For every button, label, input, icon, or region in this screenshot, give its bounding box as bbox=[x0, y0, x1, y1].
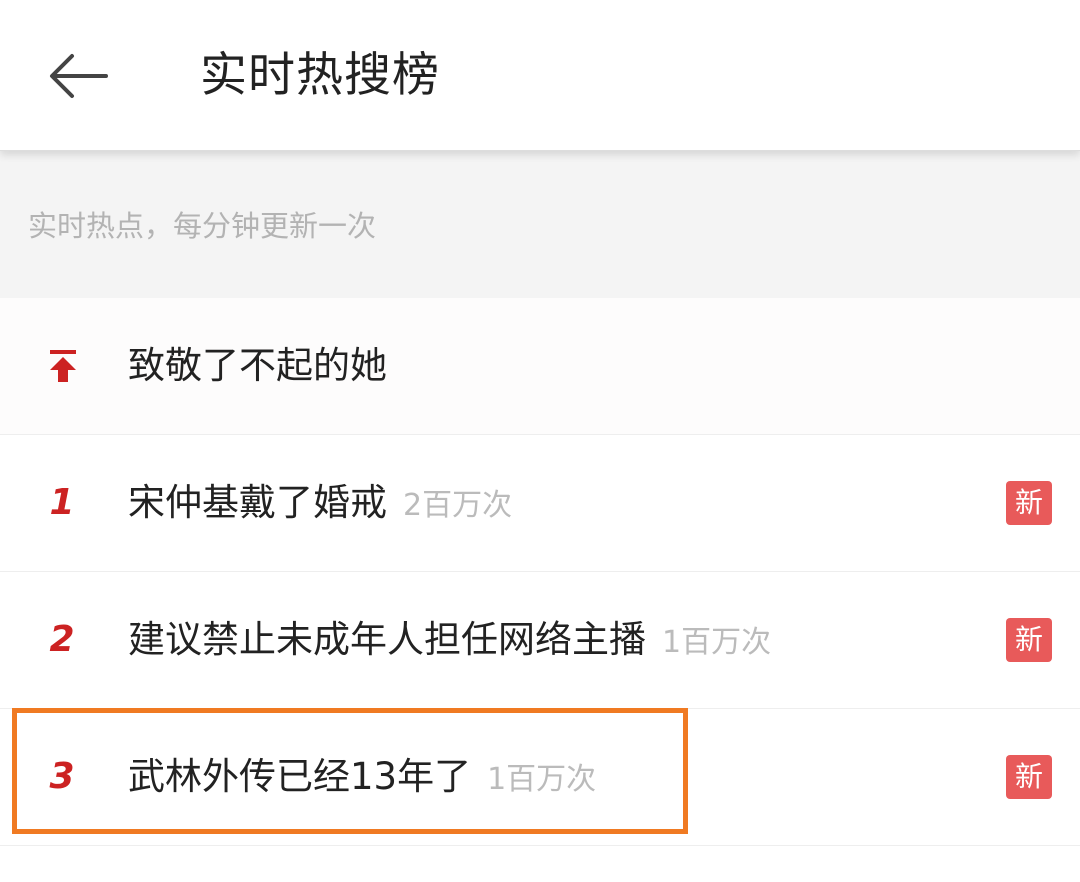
new-badge: 新 bbox=[1006, 755, 1052, 799]
topic-title[interactable]: 武林外传已经13年了 bbox=[128, 755, 471, 798]
pin-to-top-icon bbox=[48, 348, 78, 384]
back-arrow-icon bbox=[50, 54, 108, 98]
search-count: 1百万次 bbox=[487, 762, 597, 797]
list-item[interactable]: 1 宋仲基戴了婚戒 2百万次 新 bbox=[0, 435, 1080, 572]
page-title: 实时热搜榜 bbox=[200, 48, 440, 103]
search-count: 2百万次 bbox=[403, 488, 513, 523]
list-item[interactable]: 3 武林外传已经13年了 1百万次 新 bbox=[0, 709, 1080, 846]
back-button[interactable] bbox=[40, 44, 116, 108]
header-bar: 实时热搜榜 bbox=[0, 0, 1080, 151]
hot-search-list: 致敬了不起的她 1 宋仲基戴了婚戒 2百万次 新 2 建议禁止未成年人担任网络主播… bbox=[0, 298, 1080, 846]
list-item-pinned[interactable]: 致敬了不起的她 bbox=[0, 298, 1080, 435]
search-count: 1百万次 bbox=[662, 625, 772, 660]
topic-title[interactable]: 建议禁止未成年人担任网络主播 bbox=[128, 618, 646, 661]
rank-number: 2 bbox=[49, 619, 75, 660]
topic: 致敬了不起的她 bbox=[128, 342, 387, 397]
topic: 宋仲基戴了婚戒 2百万次 bbox=[128, 479, 512, 534]
topic: 建议禁止未成年人担任网络主播 1百万次 bbox=[128, 616, 771, 671]
rank-number: 1 bbox=[49, 482, 75, 523]
subtitle-text: 实时热点，每分钟更新一次 bbox=[28, 209, 377, 243]
rank-number: 3 bbox=[49, 756, 75, 797]
subtitle-section: 实时热点，每分钟更新一次 bbox=[0, 150, 1080, 298]
new-badge: 新 bbox=[1006, 481, 1052, 525]
topic: 武林外传已经13年了 1百万次 bbox=[128, 753, 596, 808]
topic-title[interactable]: 致敬了不起的她 bbox=[128, 344, 387, 387]
topic-title[interactable]: 宋仲基戴了婚戒 bbox=[128, 481, 387, 524]
list-item[interactable]: 2 建议禁止未成年人担任网络主播 1百万次 新 bbox=[0, 572, 1080, 709]
new-badge: 新 bbox=[1006, 618, 1052, 662]
